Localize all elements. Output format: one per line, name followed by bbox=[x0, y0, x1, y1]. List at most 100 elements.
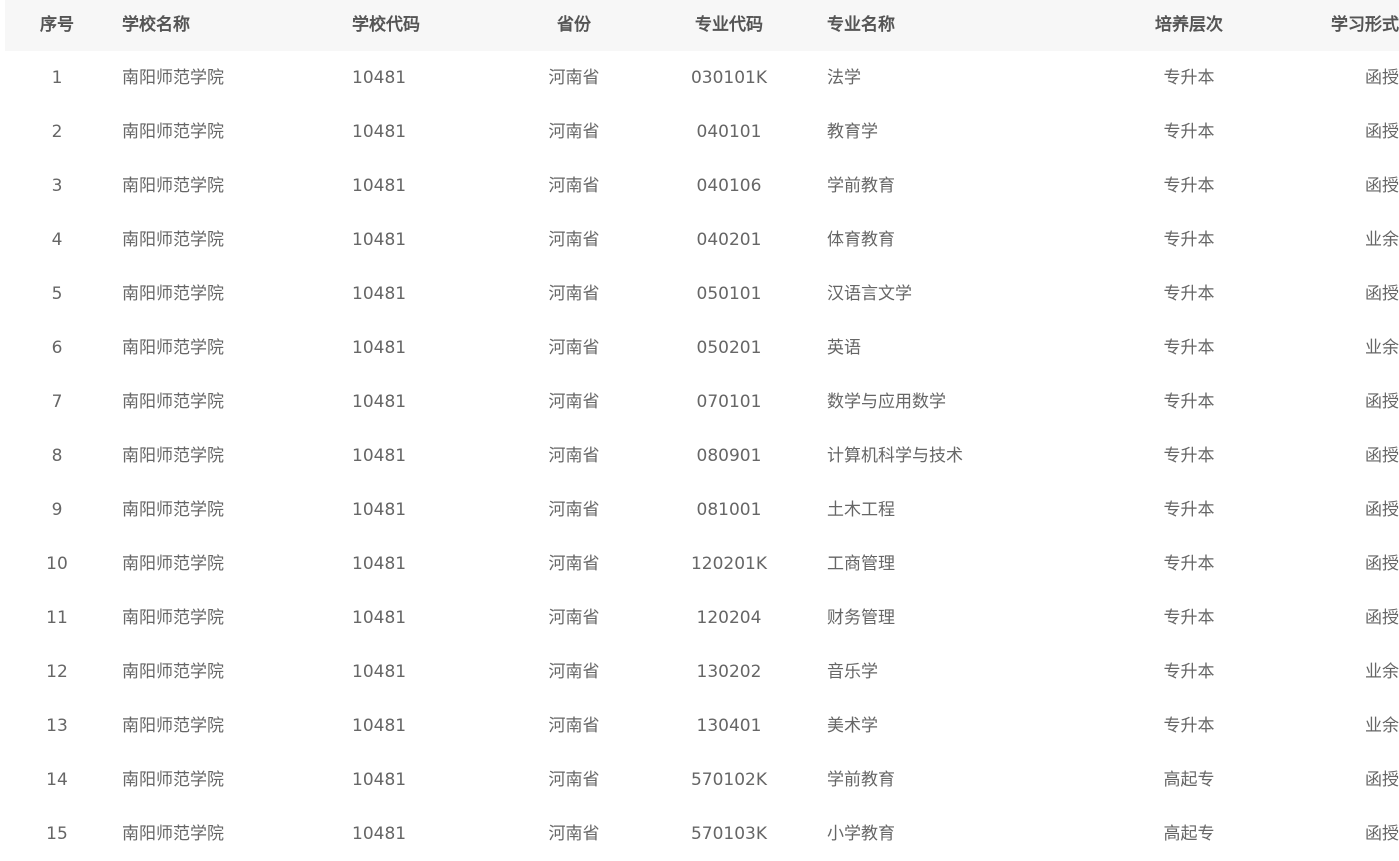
table-row: 8 南阳师范学院 10481 河南省 080901 计算机科学与技术 专升本 函授 bbox=[5, 429, 1399, 483]
header-school-code: 学校代码 bbox=[352, 15, 420, 35]
cell-school-name: 南阳师范学院 bbox=[122, 446, 224, 466]
table-row: 1 南阳师范学院 10481 河南省 030101K 法学 专升本 函授 bbox=[5, 51, 1399, 105]
cell-province: 河南省 bbox=[548, 662, 600, 682]
table-row: 6 南阳师范学院 10481 河南省 050201 英语 专升本 业余 bbox=[5, 321, 1399, 375]
cell-school-name: 南阳师范学院 bbox=[122, 500, 224, 520]
table-header: 序号 学校名称 学校代码 省份 专业代码 专业名称 培养层次 学习形式 bbox=[5, 0, 1399, 51]
cell-study-mode: 函授 bbox=[1365, 608, 1399, 628]
cell-province: 河南省 bbox=[548, 338, 600, 358]
cell-study-mode: 函授 bbox=[1365, 446, 1399, 466]
header-major-name: 专业名称 bbox=[827, 15, 895, 35]
cell-school-code: 10481 bbox=[352, 554, 407, 574]
cell-province: 河南省 bbox=[548, 176, 600, 196]
header-major-code: 专业代码 bbox=[695, 15, 763, 35]
cell-province: 河南省 bbox=[548, 608, 600, 628]
cell-major-name: 土木工程 bbox=[827, 500, 895, 520]
cell-school-name: 南阳师范学院 bbox=[122, 230, 224, 250]
cell-school-name: 南阳师范学院 bbox=[122, 176, 224, 196]
cell-major-name: 小学教育 bbox=[827, 824, 895, 844]
cell-school-code: 10481 bbox=[352, 122, 407, 142]
cell-study-mode: 业余 bbox=[1365, 338, 1399, 358]
cell-level: 专升本 bbox=[1163, 122, 1215, 142]
cell-study-mode: 函授 bbox=[1365, 554, 1399, 574]
table-row: 2 南阳师范学院 10481 河南省 040101 教育学 专升本 函授 bbox=[5, 105, 1399, 159]
cell-major-code: 040201 bbox=[696, 230, 762, 250]
cell-major-name: 体育教育 bbox=[827, 230, 895, 250]
cell-province: 河南省 bbox=[548, 554, 600, 574]
cell-major-code: 070101 bbox=[696, 392, 762, 412]
cell-level: 高起专 bbox=[1163, 770, 1215, 790]
cell-level: 高起专 bbox=[1163, 824, 1215, 844]
cell-index: 2 bbox=[51, 122, 63, 142]
cell-study-mode: 函授 bbox=[1365, 500, 1399, 520]
cell-school-name: 南阳师范学院 bbox=[122, 608, 224, 628]
cell-major-name: 英语 bbox=[827, 338, 861, 358]
cell-study-mode: 函授 bbox=[1365, 176, 1399, 196]
cell-school-code: 10481 bbox=[352, 716, 407, 736]
cell-major-name: 财务管理 bbox=[827, 608, 895, 628]
cell-level: 专升本 bbox=[1163, 392, 1215, 412]
cell-province: 河南省 bbox=[548, 392, 600, 412]
cell-school-code: 10481 bbox=[352, 608, 407, 628]
cell-level: 专升本 bbox=[1163, 608, 1215, 628]
cell-index: 14 bbox=[46, 770, 68, 790]
cell-index: 7 bbox=[51, 392, 63, 412]
header-level: 培养层次 bbox=[1155, 15, 1223, 35]
cell-major-name: 学前教育 bbox=[827, 176, 895, 196]
cell-level: 专升本 bbox=[1163, 500, 1215, 520]
cell-study-mode: 业余 bbox=[1365, 662, 1399, 682]
cell-major-code: 080901 bbox=[696, 446, 762, 466]
cell-level: 专升本 bbox=[1163, 662, 1215, 682]
cell-major-code: 040101 bbox=[696, 122, 762, 142]
cell-school-name: 南阳师范学院 bbox=[122, 824, 224, 844]
cell-major-name: 法学 bbox=[827, 68, 861, 88]
table-row: 15 南阳师范学院 10481 河南省 570103K 小学教育 高起专 函授 bbox=[5, 807, 1399, 861]
cell-school-name: 南阳师范学院 bbox=[122, 338, 224, 358]
cell-index: 8 bbox=[51, 446, 63, 466]
cell-level: 专升本 bbox=[1163, 554, 1215, 574]
cell-index: 12 bbox=[46, 662, 68, 682]
cell-school-name: 南阳师范学院 bbox=[122, 392, 224, 412]
majors-table: 序号 学校名称 学校代码 省份 专业代码 专业名称 培养层次 学习形式 1 南阳师… bbox=[5, 0, 1399, 861]
cell-school-code: 10481 bbox=[352, 284, 407, 304]
cell-school-code: 10481 bbox=[352, 500, 407, 520]
cell-index: 13 bbox=[46, 716, 68, 736]
cell-province: 河南省 bbox=[548, 230, 600, 250]
cell-province: 河南省 bbox=[548, 824, 600, 844]
cell-major-name: 美术学 bbox=[827, 716, 878, 736]
cell-study-mode: 函授 bbox=[1365, 392, 1399, 412]
cell-major-code: 050201 bbox=[696, 338, 762, 358]
cell-school-code: 10481 bbox=[352, 68, 407, 88]
cell-major-code: 130202 bbox=[696, 662, 762, 682]
cell-school-code: 10481 bbox=[352, 824, 407, 844]
table-row: 11 南阳师范学院 10481 河南省 120204 财务管理 专升本 函授 bbox=[5, 591, 1399, 645]
cell-level: 专升本 bbox=[1163, 176, 1215, 196]
cell-school-name: 南阳师范学院 bbox=[122, 770, 224, 790]
cell-index: 6 bbox=[51, 338, 63, 358]
cell-school-name: 南阳师范学院 bbox=[122, 68, 224, 88]
cell-level: 专升本 bbox=[1163, 716, 1215, 736]
cell-index: 9 bbox=[51, 500, 63, 520]
cell-major-code: 570102K bbox=[690, 770, 768, 790]
cell-province: 河南省 bbox=[548, 122, 600, 142]
cell-index: 3 bbox=[51, 176, 63, 196]
cell-province: 河南省 bbox=[548, 284, 600, 304]
cell-index: 1 bbox=[51, 68, 63, 88]
cell-major-name: 教育学 bbox=[827, 122, 878, 142]
cell-level: 专升本 bbox=[1163, 284, 1215, 304]
cell-major-name: 汉语言文学 bbox=[827, 284, 912, 304]
cell-school-code: 10481 bbox=[352, 338, 407, 358]
cell-major-name: 计算机科学与技术 bbox=[827, 446, 963, 466]
cell-province: 河南省 bbox=[548, 500, 600, 520]
cell-major-name: 音乐学 bbox=[827, 662, 878, 682]
cell-level: 专升本 bbox=[1163, 446, 1215, 466]
cell-school-code: 10481 bbox=[352, 392, 407, 412]
cell-level: 专升本 bbox=[1163, 230, 1215, 250]
cell-study-mode: 函授 bbox=[1365, 284, 1399, 304]
cell-major-name: 学前教育 bbox=[827, 770, 895, 790]
cell-study-mode: 函授 bbox=[1365, 122, 1399, 142]
header-school-name: 学校名称 bbox=[122, 15, 190, 35]
cell-major-code: 120201K bbox=[690, 554, 768, 574]
cell-level: 专升本 bbox=[1163, 68, 1215, 88]
cell-major-code: 081001 bbox=[696, 500, 762, 520]
